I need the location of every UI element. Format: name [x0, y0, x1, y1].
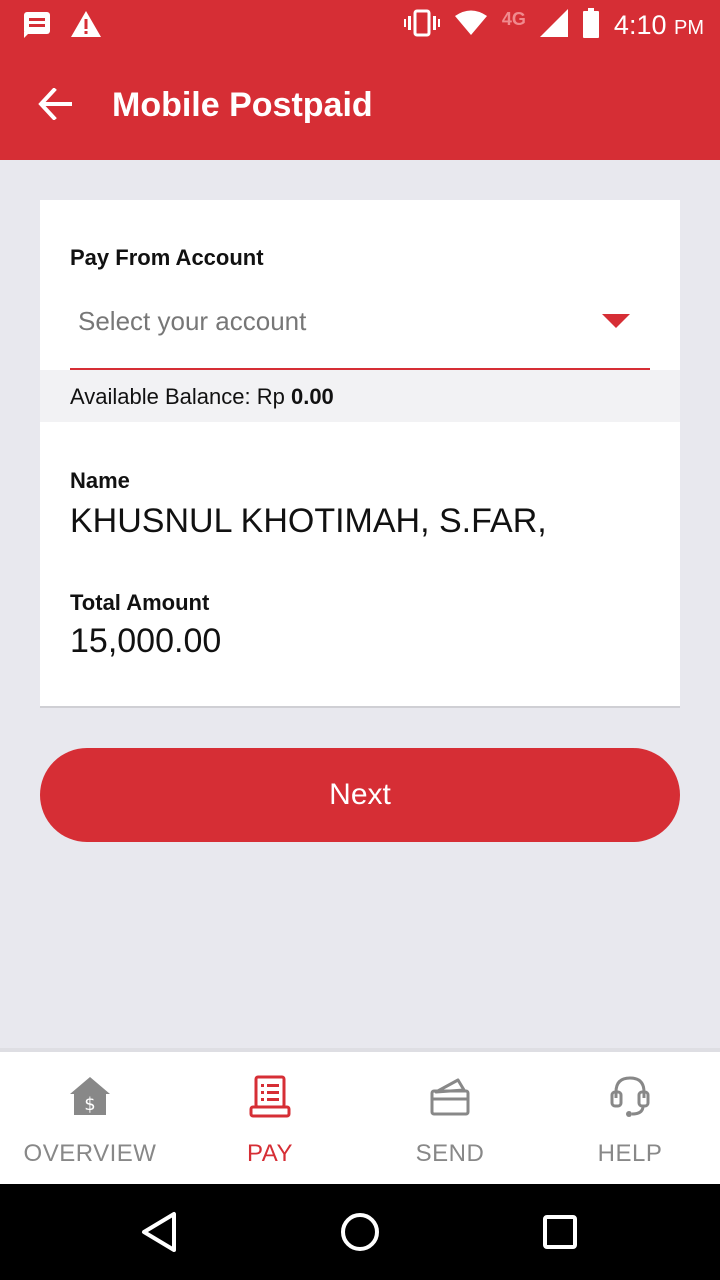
nav-item-help[interactable]: HELP	[540, 1052, 720, 1184]
name-label: Name	[70, 468, 130, 493]
back-button[interactable]	[28, 78, 84, 134]
system-navigation-bar	[0, 1184, 720, 1280]
nav-item-overview[interactable]: $ OVERVIEW	[0, 1052, 180, 1184]
nav-item-send[interactable]: SEND	[360, 1052, 540, 1184]
total-amount-value: 15,000.00	[70, 622, 222, 660]
account-select[interactable]: Select your account	[70, 290, 650, 370]
home-circle-icon[interactable]	[338, 1210, 382, 1254]
account-select-placeholder: Select your account	[78, 306, 307, 336]
signal-icon	[539, 9, 568, 42]
nav-label-help: HELP	[597, 1140, 663, 1167]
house-dollar-icon: $	[68, 1074, 112, 1118]
balance-row: Available Balance: Rp 0.00	[40, 370, 680, 422]
next-button[interactable]: Next	[40, 748, 680, 842]
payment-form-card: Pay From Account Select your account Ava…	[40, 200, 680, 708]
nav-item-pay[interactable]: PAY	[180, 1052, 360, 1184]
warning-icon	[70, 10, 102, 43]
app-bar: Mobile Postpaid	[0, 50, 720, 160]
page-title: Mobile Postpaid	[112, 86, 373, 124]
back-triangle-icon[interactable]	[138, 1210, 182, 1254]
notification-icon	[22, 10, 52, 43]
arrow-left-icon	[38, 86, 74, 125]
receipt-icon	[248, 1074, 292, 1118]
wallet-icon	[428, 1074, 472, 1118]
bottom-navigation: $ OVERVIEW PAY SEND HELP	[0, 1048, 720, 1184]
nav-label-overview: OVERVIEW	[23, 1140, 157, 1167]
svg-text:$: $	[84, 1094, 95, 1115]
vibrate-icon	[403, 9, 440, 42]
total-amount-label: Total Amount	[70, 590, 210, 615]
recents-square-icon[interactable]	[538, 1210, 582, 1254]
headset-icon	[608, 1074, 652, 1118]
nav-label-pay: PAY	[247, 1140, 293, 1167]
name-value: KHUSNUL KHOTIMAH, S.FAR,	[70, 502, 547, 540]
battery-icon	[582, 8, 600, 43]
pay-from-label: Pay From Account	[70, 245, 264, 270]
status-bar: 4G 4:10 PM	[0, 0, 720, 50]
wifi-icon	[454, 9, 488, 42]
status-time: 4:10 PM	[613, 10, 704, 40]
network-type: 4G	[501, 9, 526, 29]
available-balance: Available Balance: Rp 0.00	[70, 384, 334, 409]
caret-down-icon	[602, 314, 630, 328]
nav-label-send: SEND	[415, 1140, 485, 1167]
